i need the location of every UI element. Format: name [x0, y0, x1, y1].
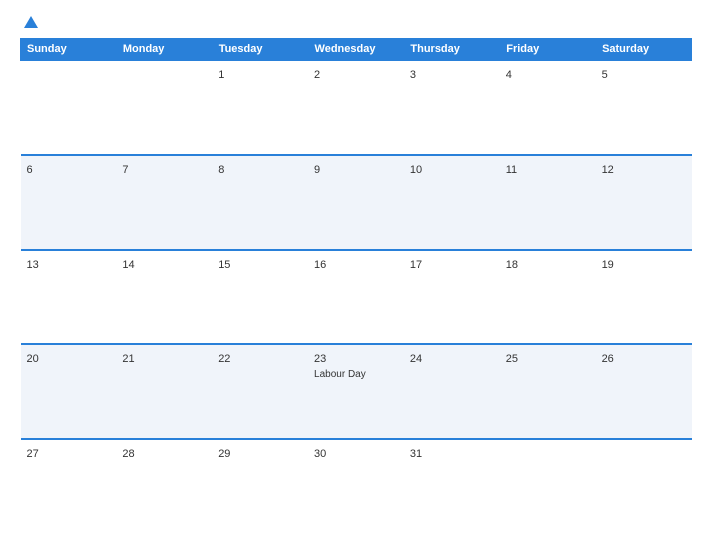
day-event: Labour Day [314, 369, 398, 380]
calendar-cell: 2 [308, 60, 404, 155]
calendar-cell: 20 [21, 344, 117, 439]
weekday-header-wednesday: Wednesday [308, 39, 404, 61]
day-number: 7 [122, 164, 128, 176]
day-number: 10 [410, 164, 422, 176]
logo [20, 16, 38, 28]
logo-blue-text [20, 16, 38, 28]
calendar-cell: 24 [404, 344, 500, 439]
calendar-cell: 10 [404, 155, 500, 250]
calendar-cell: 1 [212, 60, 308, 155]
calendar-cell: 31 [404, 439, 500, 534]
calendar-cell: 19 [596, 250, 692, 345]
day-number: 17 [410, 259, 422, 271]
calendar-cell: 29 [212, 439, 308, 534]
calendar-cell: 4 [500, 60, 596, 155]
day-number: 28 [122, 448, 134, 460]
day-number: 19 [602, 259, 614, 271]
calendar-cell: 6 [21, 155, 117, 250]
weekday-header-sunday: Sunday [21, 39, 117, 61]
calendar-cell: 11 [500, 155, 596, 250]
day-number: 2 [314, 69, 320, 81]
calendar-table: SundayMondayTuesdayWednesdayThursdayFrid… [20, 38, 692, 534]
day-number: 26 [602, 353, 614, 365]
day-number: 4 [506, 69, 512, 81]
day-number: 12 [602, 164, 614, 176]
week-row-5: 27 28 29 30 31 [21, 439, 692, 534]
week-row-4: 20 21 22 23 Labour Day 24 25 26 [21, 344, 692, 439]
day-number: 15 [218, 259, 230, 271]
day-number: 23 [314, 353, 326, 365]
calendar-cell: 3 [404, 60, 500, 155]
weekday-header-monday: Monday [116, 39, 212, 61]
calendar-cell: 13 [21, 250, 117, 345]
day-number: 18 [506, 259, 518, 271]
weekday-header-friday: Friday [500, 39, 596, 61]
calendar-cell: 9 [308, 155, 404, 250]
logo-triangle-icon [24, 16, 38, 28]
calendar-cell [116, 60, 212, 155]
calendar-cell: 23 Labour Day [308, 344, 404, 439]
calendar-cell: 15 [212, 250, 308, 345]
day-number: 11 [506, 164, 517, 176]
weekday-header-tuesday: Tuesday [212, 39, 308, 61]
calendar-page: SundayMondayTuesdayWednesdayThursdayFrid… [0, 0, 712, 550]
calendar-cell [596, 439, 692, 534]
calendar-cell: 5 [596, 60, 692, 155]
day-number: 13 [27, 259, 39, 271]
day-number: 22 [218, 353, 230, 365]
calendar-cell: 28 [116, 439, 212, 534]
day-number: 1 [218, 69, 224, 81]
calendar-cell: 7 [116, 155, 212, 250]
day-number: 27 [27, 448, 39, 460]
day-number: 5 [602, 69, 608, 81]
week-row-2: 6 7 8 9 10 11 12 [21, 155, 692, 250]
day-number: 16 [314, 259, 326, 271]
calendar-cell: 27 [21, 439, 117, 534]
weekday-header-thursday: Thursday [404, 39, 500, 61]
calendar-cell: 18 [500, 250, 596, 345]
day-number: 30 [314, 448, 326, 460]
calendar-cell: 16 [308, 250, 404, 345]
day-number: 21 [122, 353, 134, 365]
weekday-header-row: SundayMondayTuesdayWednesdayThursdayFrid… [21, 39, 692, 61]
calendar-cell: 22 [212, 344, 308, 439]
week-row-3: 13 14 15 16 17 18 19 [21, 250, 692, 345]
weekday-header-saturday: Saturday [596, 39, 692, 61]
calendar-cell [21, 60, 117, 155]
day-number: 24 [410, 353, 422, 365]
calendar-cell: 30 [308, 439, 404, 534]
day-number: 3 [410, 69, 416, 81]
day-number: 20 [27, 353, 39, 365]
calendar-cell: 21 [116, 344, 212, 439]
day-number: 6 [27, 164, 33, 176]
calendar-cell: 26 [596, 344, 692, 439]
day-number: 29 [218, 448, 230, 460]
calendar-cell: 17 [404, 250, 500, 345]
calendar-cell [500, 439, 596, 534]
calendar-cell: 25 [500, 344, 596, 439]
day-number: 31 [410, 448, 422, 460]
day-number: 14 [122, 259, 134, 271]
header [20, 16, 692, 28]
week-row-1: 1 2 3 4 5 [21, 60, 692, 155]
calendar-cell: 14 [116, 250, 212, 345]
day-number: 25 [506, 353, 518, 365]
calendar-cell: 12 [596, 155, 692, 250]
day-number: 8 [218, 164, 224, 176]
calendar-cell: 8 [212, 155, 308, 250]
day-number: 9 [314, 164, 320, 176]
